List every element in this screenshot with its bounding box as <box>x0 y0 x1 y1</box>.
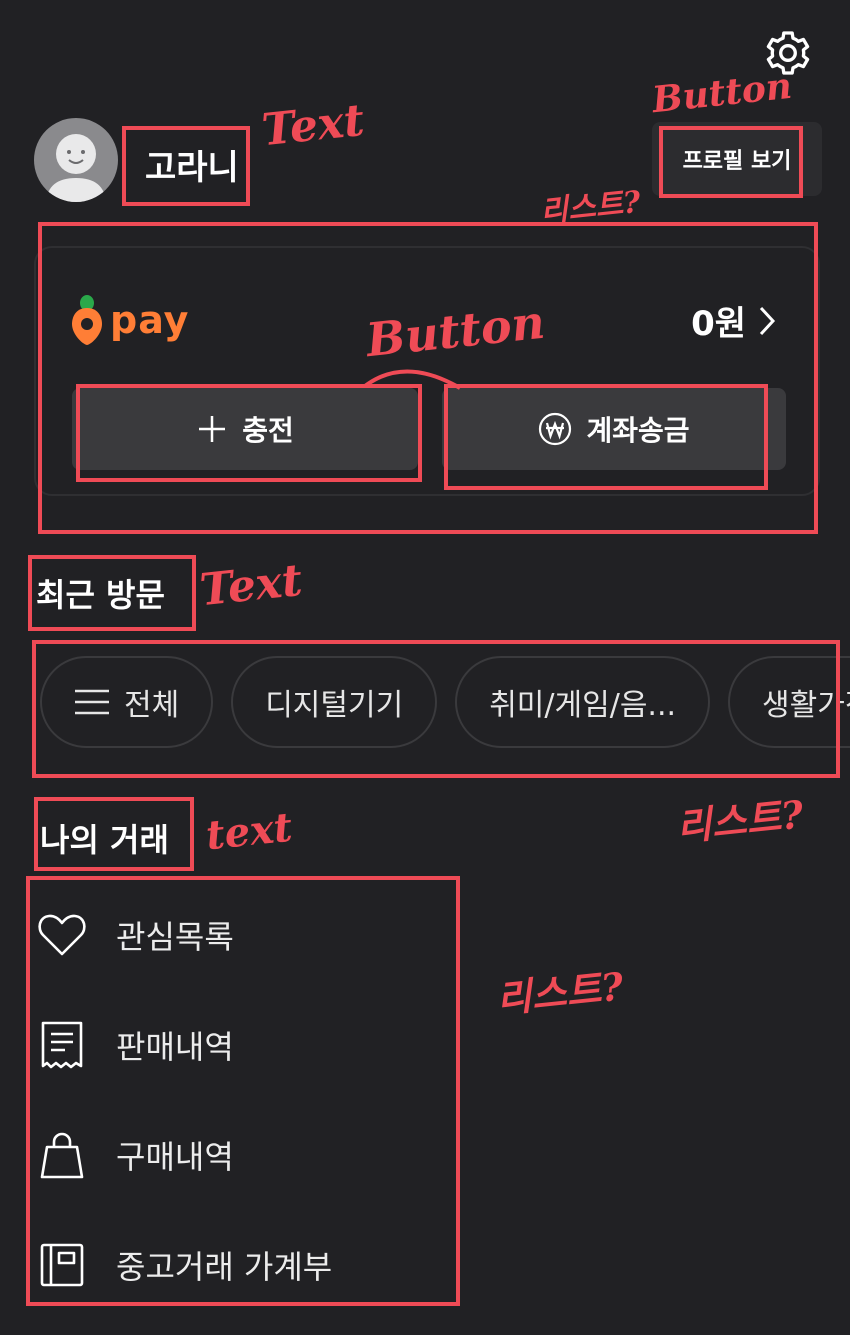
avatar[interactable] <box>34 118 118 202</box>
annotation-box <box>444 384 768 490</box>
annotation-box <box>32 640 840 778</box>
annotation-label: 리스트? <box>674 791 806 850</box>
annotation-label: text <box>203 803 295 860</box>
annotation-box <box>34 797 194 871</box>
annotation-label: Text <box>259 94 367 157</box>
annotation-box <box>659 126 803 198</box>
annotation-box <box>26 876 460 1306</box>
annotation-label: 리스트? <box>494 963 626 1022</box>
annotation-label: Button <box>650 64 794 122</box>
annotation-box <box>76 384 422 482</box>
annotation-label: Text <box>197 554 305 617</box>
annotation-box <box>28 555 196 631</box>
annotation-box <box>122 126 250 206</box>
